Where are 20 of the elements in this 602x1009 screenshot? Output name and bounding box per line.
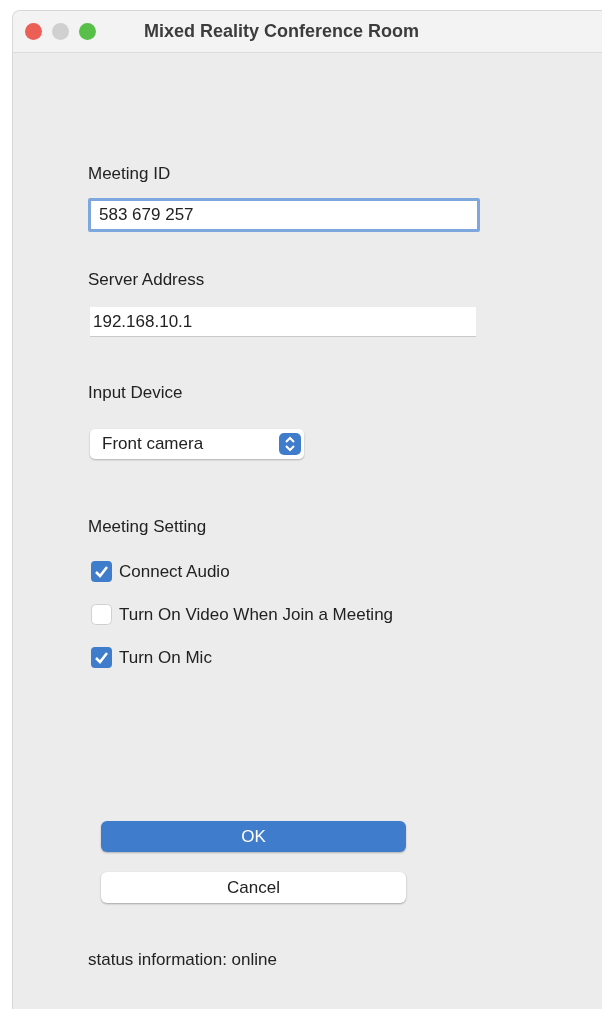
window-title: Mixed Reality Conference Room — [144, 21, 420, 42]
zoom-button[interactable] — [79, 23, 96, 40]
checkbox-label: Turn On Video When Join a Meeting — [119, 604, 394, 625]
status-text: status information: online — [88, 950, 277, 970]
ok-button[interactable]: OK — [101, 821, 406, 852]
checkbox[interactable] — [91, 604, 112, 625]
checkbox-label: Turn On Mic — [119, 647, 212, 668]
field-label: Meeting ID — [88, 164, 172, 184]
field-label: Server Address — [88, 270, 206, 290]
device-dropdown[interactable]: Front camera — [90, 429, 304, 459]
close-button[interactable] — [25, 23, 42, 40]
section-heading: Meeting Setting — [88, 517, 208, 537]
stepper-icon — [279, 433, 301, 455]
cancel-button[interactable]: Cancel — [101, 872, 406, 903]
input-field[interactable]: 192.168.10.1 — [90, 307, 476, 337]
checkbox[interactable] — [91, 561, 112, 582]
input-field[interactable]: 583 679 257 — [88, 198, 480, 232]
checkbox-label: Connect Audio — [119, 561, 230, 582]
checkbox[interactable] — [91, 647, 112, 668]
field-label: Input Device — [88, 383, 184, 403]
